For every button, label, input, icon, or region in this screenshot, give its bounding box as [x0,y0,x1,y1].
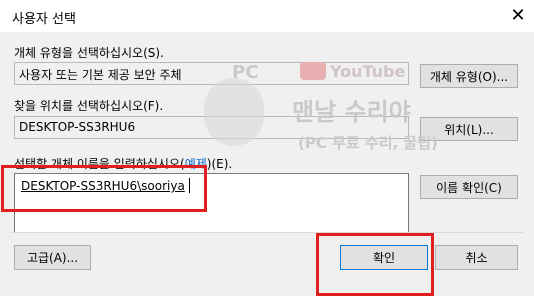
check-names-button[interactable]: 이름 확인(C) [420,175,518,199]
watermark-channel-name: 맨날 수리야 [292,98,411,126]
close-icon[interactable]: ✕ [505,3,531,29]
highlight-name-input [1,165,207,212]
highlight-ok-button [316,233,434,296]
footer-separator [10,232,524,233]
watermark-youtube: YouTube [330,62,406,81]
watermark-subtitle: (PC 무료 수리, 꿀팁) [298,134,438,152]
location-label: 찾을 위치를 선택하십시오(F). [14,99,164,113]
object-type-label: 개체 유형을 선택하십시오(S). [14,46,164,60]
watermark-mascot-icon [204,78,264,146]
cancel-button[interactable]: 취소 [435,245,518,270]
object-types-button[interactable]: 개체 유형(O)... [420,64,518,88]
title-bar [0,0,534,32]
youtube-logo-icon [300,62,326,80]
window-title: 사용자 선택 [12,12,76,27]
advanced-button[interactable]: 고급(A)... [14,245,91,270]
